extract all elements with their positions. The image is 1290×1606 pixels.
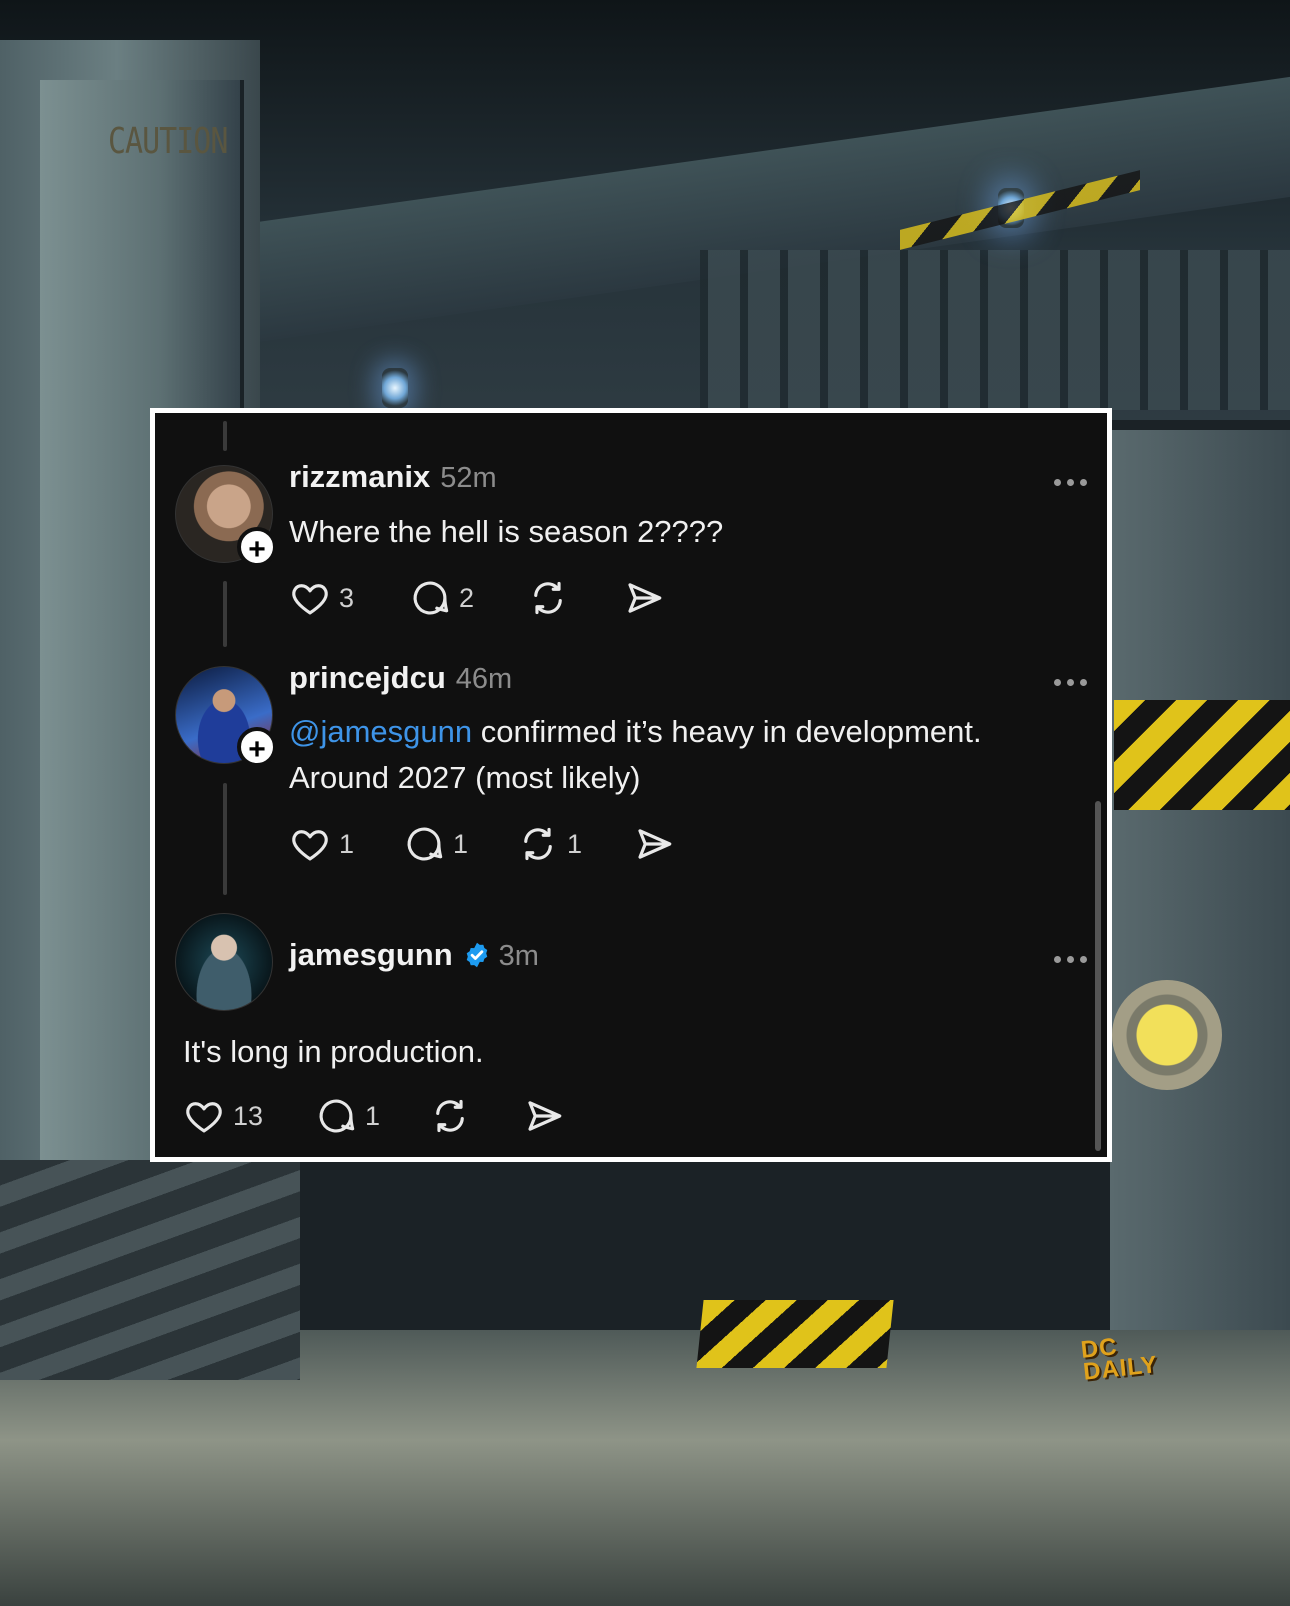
dc-daily-logo: DC DAILY xyxy=(1079,1333,1160,1386)
like-button[interactable]: 1 xyxy=(289,823,403,865)
post-text-line: Around 2027 (most likely) xyxy=(289,760,641,795)
timestamp: 52m xyxy=(440,462,497,494)
post-actions: 3 2 xyxy=(289,577,665,619)
like-count: 3 xyxy=(339,582,355,613)
mention-link[interactable]: @jamesgunn xyxy=(289,714,472,749)
repost-icon xyxy=(436,1099,464,1133)
like-count: 1 xyxy=(339,828,355,859)
reply-icon xyxy=(319,1099,355,1133)
scrollbar[interactable] xyxy=(1095,801,1101,1151)
post-text-line: @jamesgunn confirmed it’s heavy in devel… xyxy=(289,709,982,755)
repost-count: 1 xyxy=(567,828,583,859)
lamp-icon xyxy=(382,368,408,408)
repost-icon xyxy=(534,581,562,615)
more-options-icon[interactable] xyxy=(1054,479,1087,486)
share-button[interactable] xyxy=(623,577,665,619)
reply-button[interactable]: 1 xyxy=(315,1095,429,1137)
gauge-decoration xyxy=(1112,980,1222,1090)
caution-sign: CAUTION xyxy=(108,120,228,163)
thread-card: + rizzmanix 52m Where the hell is season… xyxy=(150,408,1112,1162)
send-icon xyxy=(528,1101,562,1131)
thread-connector xyxy=(223,581,227,647)
post-header: princejdcu 46m xyxy=(289,660,512,696)
post-text: Where the hell is season 2???? xyxy=(289,514,724,549)
send-icon xyxy=(638,829,672,859)
timestamp: 46m xyxy=(455,663,513,695)
repost-button[interactable]: 1 xyxy=(517,823,633,865)
avatar[interactable] xyxy=(175,913,273,1011)
repost-icon xyxy=(524,827,552,861)
thread-connector xyxy=(223,783,227,895)
like-button[interactable]: 13 xyxy=(183,1095,315,1137)
thread-connector xyxy=(223,421,227,451)
send-icon xyxy=(628,583,662,613)
heart-icon xyxy=(292,830,328,861)
hazard-stripe xyxy=(696,1300,894,1368)
reply-icon xyxy=(407,827,443,861)
reply-count: 1 xyxy=(365,1100,381,1131)
username[interactable]: jamesgunn xyxy=(289,937,453,973)
post-header: jamesgunn 3m xyxy=(289,937,539,973)
post-text: @jamesgunn confirmed it’s heavy in devel… xyxy=(289,709,982,801)
reply-button[interactable]: 2 xyxy=(409,577,527,619)
timestamp: 3m xyxy=(498,940,539,972)
follow-button[interactable]: + xyxy=(237,527,277,567)
follow-button[interactable]: + xyxy=(237,727,277,767)
post-actions: 13 1 xyxy=(183,1095,565,1137)
repost-button[interactable] xyxy=(429,1095,523,1137)
username[interactable]: princejdcu xyxy=(289,660,446,696)
like-button[interactable]: 3 xyxy=(289,577,409,619)
heart-icon xyxy=(292,584,328,615)
heart-icon xyxy=(186,1102,222,1133)
post-actions: 1 1 1 xyxy=(289,823,675,865)
repost-button[interactable] xyxy=(527,577,623,619)
reply-icon xyxy=(413,581,449,615)
reply-count: 2 xyxy=(459,582,475,613)
like-count: 13 xyxy=(233,1100,264,1131)
scene-right-wall xyxy=(1110,430,1290,1380)
post-text: It's long in production. xyxy=(183,1034,484,1069)
username[interactable]: rizzmanix xyxy=(289,459,430,495)
share-button[interactable] xyxy=(523,1095,565,1137)
reply-button[interactable]: 1 xyxy=(403,823,517,865)
more-options-icon[interactable] xyxy=(1054,679,1087,686)
share-button[interactable] xyxy=(633,823,675,865)
verified-badge-icon xyxy=(466,942,487,968)
hazard-stripe xyxy=(1114,700,1290,810)
post-header: rizzmanix 52m xyxy=(289,459,497,495)
scene-railing xyxy=(700,250,1290,410)
scene-stairs xyxy=(0,1160,300,1380)
post-text-segment: confirmed it’s heavy in development. xyxy=(472,714,982,749)
more-options-icon[interactable] xyxy=(1054,956,1087,963)
reply-count: 1 xyxy=(453,828,469,859)
